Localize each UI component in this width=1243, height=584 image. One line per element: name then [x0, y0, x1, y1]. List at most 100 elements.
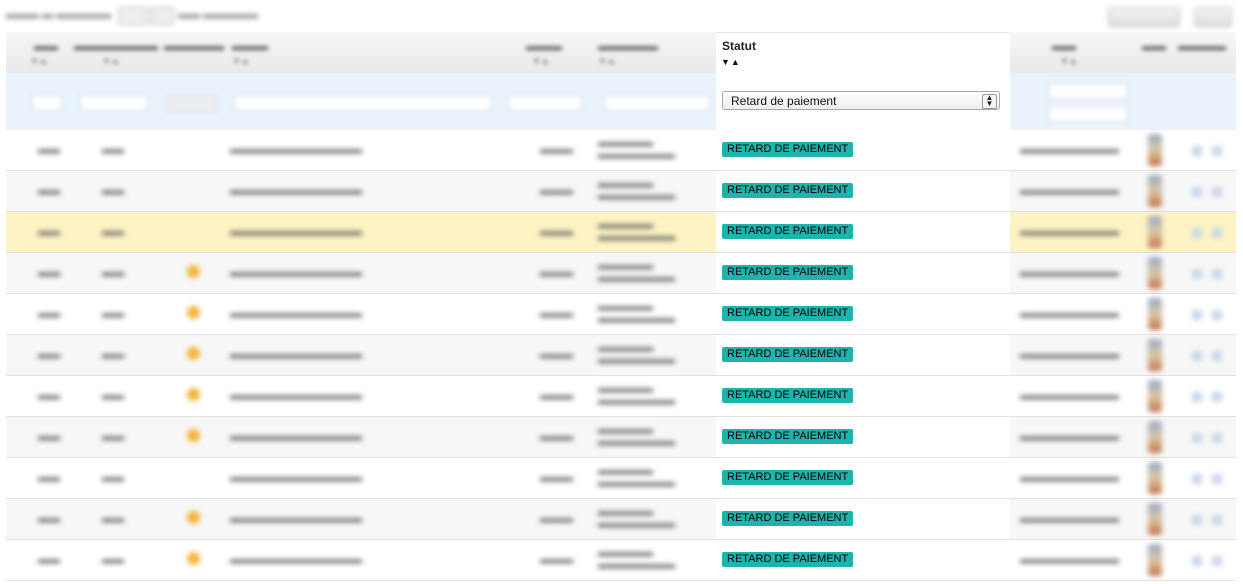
row-client: ▬▬▬▬▬▬▬▬▬▬▬▬	[230, 472, 362, 484]
row-statut-cell: RETARD DE PAIEMENT	[716, 253, 1010, 293]
filter-paiement-input[interactable]	[604, 95, 710, 111]
row-id: ▬▬	[38, 308, 60, 320]
table-row[interactable]: ▬▬ ▬▬ ▬▬▬▬▬▬▬▬▬▬▬▬ ▬▬▬ ▬▬▬▬▬ ▬▬▬▬▬▬▬ ▬▬▬▬▬▬▬▬…	[6, 458, 1236, 499]
edit-icon[interactable]	[1212, 228, 1222, 238]
table-row[interactable]: ▬▬ ▬▬ ▬▬▬▬▬▬▬▬▬▬▬▬ ▬▬▬ ▬▬▬▬▬ ▬▬▬▬▬▬▬ ▬▬▬▬▬▬▬▬…	[6, 499, 1236, 540]
filter-reference-input[interactable]	[80, 95, 148, 111]
row-blurred-cells: ▬▬ ▬▬ ▬▬▬▬▬▬▬▬▬▬▬▬ ▬▬▬ ▬▬▬▬▬ ▬▬▬▬▬▬▬ ▬▬▬▬▬▬▬▬…	[6, 212, 1236, 252]
filter-button[interactable]	[1194, 7, 1232, 27]
sort-arrows-icon[interactable]: ▼▲	[721, 57, 741, 67]
view-icon[interactable]	[1192, 187, 1202, 197]
view-icon[interactable]	[1192, 269, 1202, 279]
pdf-icon[interactable]	[1148, 503, 1162, 535]
edit-icon[interactable]	[1212, 146, 1222, 156]
row-total: ▬▬▬	[540, 390, 573, 402]
row-reference: ▬▬	[102, 390, 124, 402]
view-icon[interactable]	[1192, 146, 1202, 156]
edit-icon[interactable]	[1212, 474, 1222, 484]
pdf-icon[interactable]	[1148, 339, 1162, 371]
edit-icon[interactable]	[1212, 433, 1222, 443]
table-row[interactable]: ▬▬ ▬▬ ▬▬▬▬▬▬▬▬▬▬▬▬ ▬▬▬ ▬▬▬▬▬ ▬▬▬▬▬▬▬ ▬▬▬▬▬▬▬▬…	[6, 294, 1236, 335]
row-reference: ▬▬	[102, 308, 124, 320]
pdf-icon[interactable]	[1148, 544, 1162, 576]
row-id: ▬▬	[38, 144, 60, 156]
pdf-icon[interactable]	[1148, 421, 1162, 453]
view-icon[interactable]	[1192, 310, 1202, 320]
page-size-select[interactable]	[118, 7, 148, 25]
row-statut-cell: RETARD DE PAIEMENT	[716, 376, 1010, 416]
table-row[interactable]: ▬▬ ▬▬ ▬▬▬▬▬▬▬▬▬▬▬▬ ▬▬▬ ▬▬▬▬▬ ▬▬▬▬▬▬▬ ▬▬▬▬▬▬▬▬…	[6, 417, 1236, 458]
row-blurred-cells: ▬▬ ▬▬ ▬▬▬▬▬▬▬▬▬▬▬▬ ▬▬▬ ▬▬▬▬▬ ▬▬▬▬▬▬▬ ▬▬▬▬▬▬▬▬…	[6, 294, 1236, 334]
status-badge: RETARD DE PAIEMENT	[722, 511, 854, 526]
edit-icon[interactable]	[1212, 187, 1222, 197]
table-row[interactable]: ▬▬ ▬▬ ▬▬▬▬▬▬▬▬▬▬▬▬ ▬▬▬ ▬▬▬▬▬ ▬▬▬▬▬▬▬ ▬▬▬▬▬▬▬▬…	[6, 540, 1236, 581]
edit-icon[interactable]	[1212, 269, 1222, 279]
row-statut-cell: RETARD DE PAIEMENT	[716, 335, 1010, 375]
row-blurred-cells: ▬▬ ▬▬ ▬▬▬▬▬▬▬▬▬▬▬▬ ▬▬▬ ▬▬▬▬▬ ▬▬▬▬▬▬▬ ▬▬▬▬▬▬▬▬…	[6, 540, 1236, 580]
row-reference: ▬▬	[102, 431, 124, 443]
table-row[interactable]: ▬▬ ▬▬ ▬▬▬▬▬▬▬▬▬▬▬▬ ▬▬▬ ▬▬▬▬▬ ▬▬▬▬▬▬▬ ▬▬▬▬▬▬▬▬…	[6, 253, 1236, 294]
row-client: ▬▬▬▬▬▬▬▬▬▬▬▬	[230, 226, 362, 238]
row-blurred-cells: ▬▬ ▬▬ ▬▬▬▬▬▬▬▬▬▬▬▬ ▬▬▬ ▬▬▬▬▬ ▬▬▬▬▬▬▬ ▬▬▬▬▬▬▬▬…	[6, 130, 1236, 170]
row-paiement: ▬▬▬▬▬ ▬▬▬▬▬▬▬	[598, 547, 675, 571]
filter-date-from-input[interactable]	[1048, 83, 1128, 99]
view-icon[interactable]	[1192, 556, 1202, 566]
row-blurred-cells: ▬▬ ▬▬ ▬▬▬▬▬▬▬▬▬▬▬▬ ▬▬▬ ▬▬▬▬▬ ▬▬▬▬▬▬▬ ▬▬▬▬▬▬▬▬…	[6, 499, 1236, 539]
pdf-icon[interactable]	[1148, 380, 1162, 412]
row-id: ▬▬	[38, 431, 60, 443]
row-statut-cell: RETARD DE PAIEMENT	[716, 171, 1010, 211]
edit-icon[interactable]	[1212, 351, 1222, 361]
status-badge: RETARD DE PAIEMENT	[722, 183, 854, 198]
row-id: ▬▬	[38, 513, 60, 525]
statut-filter-select[interactable]: Retard de paiement ▲ ▼	[722, 91, 1000, 110]
view-icon[interactable]	[1192, 351, 1202, 361]
row-date: ▬▬▬▬▬▬▬▬▬	[1020, 513, 1119, 525]
row-client: ▬▬▬▬▬▬▬▬▬▬▬▬	[230, 267, 362, 279]
table-row[interactable]: ▬▬ ▬▬ ▬▬▬▬▬▬▬▬▬▬▬▬ ▬▬▬ ▬▬▬▬▬ ▬▬▬▬▬▬▬ ▬▬▬▬▬▬▬▬…	[6, 335, 1236, 376]
view-icon[interactable]	[1192, 515, 1202, 525]
row-date: ▬▬▬▬▬▬▬▬▬	[1020, 185, 1119, 197]
pdf-icon[interactable]	[1148, 462, 1162, 494]
header-statut[interactable]: Statut ▼▲	[716, 32, 1010, 74]
filter-date-to-input[interactable]	[1048, 106, 1128, 122]
filter-id-input[interactable]	[32, 95, 62, 111]
row-id: ▬▬	[38, 554, 60, 566]
row-id: ▬▬	[38, 349, 60, 361]
filter-nouveau-select[interactable]	[166, 95, 218, 111]
row-paiement: ▬▬▬▬▬ ▬▬▬▬▬▬▬	[598, 342, 675, 366]
row-paiement: ▬▬▬▬▬ ▬▬▬▬▬▬▬	[598, 219, 675, 243]
filter-total-input[interactable]	[508, 95, 582, 111]
edit-icon[interactable]	[1212, 392, 1222, 402]
pdf-icon[interactable]	[1148, 257, 1162, 289]
view-icon[interactable]	[1192, 392, 1202, 402]
pdf-icon[interactable]	[1148, 175, 1162, 207]
view-icon[interactable]	[1192, 228, 1202, 238]
edit-icon[interactable]	[1212, 556, 1222, 566]
row-reference: ▬▬	[102, 144, 124, 156]
star-icon	[187, 429, 200, 442]
page-select[interactable]	[150, 7, 174, 25]
status-badge: RETARD DE PAIEMENT	[722, 142, 854, 157]
view-icon[interactable]	[1192, 433, 1202, 443]
filter-statut-cell: Retard de paiement ▲ ▼	[716, 73, 1010, 130]
row-reference: ▬▬	[102, 185, 124, 197]
row-reference: ▬▬	[102, 513, 124, 525]
table-row[interactable]: ▬▬ ▬▬ ▬▬▬▬▬▬▬▬▬▬▬▬ ▬▬▬ ▬▬▬▬▬ ▬▬▬▬▬▬▬ ▬▬▬▬▬▬▬▬…	[6, 376, 1236, 417]
row-date: ▬▬▬▬▬▬▬▬▬	[1020, 431, 1119, 443]
reset-filters-button[interactable]	[1108, 7, 1180, 27]
row-statut-cell: RETARD DE PAIEMENT	[716, 540, 1010, 580]
row-date: ▬▬▬▬▬▬▬▬▬	[1020, 349, 1119, 361]
table-row[interactable]: ▬▬ ▬▬ ▬▬▬▬▬▬▬▬▬▬▬▬ ▬▬▬ ▬▬▬▬▬ ▬▬▬▬▬▬▬ ▬▬▬▬▬▬▬▬…	[6, 171, 1236, 212]
status-badge: RETARD DE PAIEMENT	[722, 347, 854, 362]
statut-filter-value: Retard de paiement	[731, 94, 837, 108]
table-row[interactable]: ▬▬ ▬▬ ▬▬▬▬▬▬▬▬▬▬▬▬ ▬▬▬ ▬▬▬▬▬ ▬▬▬▬▬▬▬ ▬▬▬▬▬▬▬▬…	[6, 212, 1236, 253]
table-row[interactable]: ▬▬ ▬▬ ▬▬▬▬▬▬▬▬▬▬▬▬ ▬▬▬ ▬▬▬▬▬ ▬▬▬▬▬▬▬ ▬▬▬▬▬▬▬▬…	[6, 130, 1236, 171]
pdf-icon[interactable]	[1148, 298, 1162, 330]
edit-icon[interactable]	[1212, 515, 1222, 525]
view-icon[interactable]	[1192, 474, 1202, 484]
edit-icon[interactable]	[1212, 310, 1222, 320]
filter-client-input[interactable]	[234, 95, 492, 111]
star-icon	[187, 306, 200, 319]
pdf-icon[interactable]	[1148, 134, 1162, 166]
pdf-icon[interactable]	[1148, 216, 1162, 248]
